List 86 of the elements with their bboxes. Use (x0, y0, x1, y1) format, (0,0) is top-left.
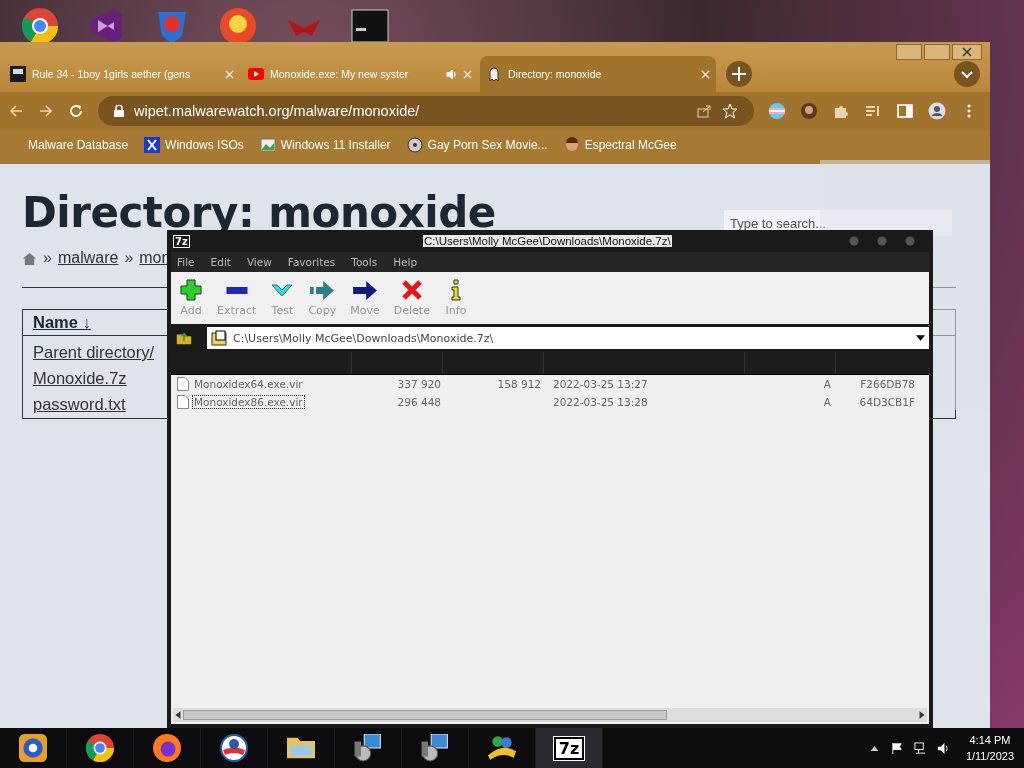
side-panel-icon[interactable] (896, 102, 914, 120)
disc-icon (406, 137, 423, 153)
avatar-circle-icon[interactable] (800, 102, 818, 120)
breadcrumb-separator: » (124, 249, 134, 267)
window-title: C:\Users\Molly McGee\Downloads\Monoxide.7z\ (423, 235, 672, 247)
table-cell: F266DB78 (860, 378, 915, 390)
flag-icon[interactable] (890, 741, 904, 755)
file-name[interactable]: Monoxidex64.exe.vir (192, 377, 305, 391)
clock[interactable]: 4:14 PM 1/11/2023 (965, 732, 1014, 764)
speaker-icon[interactable] (936, 741, 950, 755)
new-tab-icon[interactable] (726, 61, 752, 87)
striped-circle-icon[interactable] (768, 102, 786, 120)
play-favicon-icon (248, 66, 264, 82)
table-cell: 64D3CB1F (859, 396, 915, 408)
table-cell: 158 912 (497, 378, 541, 390)
file-name[interactable]: Monoxidex86.exe.vir (192, 395, 305, 409)
table-cell: A (823, 396, 831, 408)
info-icon (450, 279, 461, 301)
forward-arrow-icon[interactable] (38, 103, 54, 119)
minus-icon (225, 286, 248, 294)
browser-logo-icon (86, 734, 114, 762)
close-icon[interactable] (952, 44, 982, 60)
path-field[interactable]: C:\Users\Molly McGee\Downloads\Monoxide.7z\ (207, 327, 929, 349)
scrollbar-thumb[interactable] (183, 710, 668, 720)
cartoon-head-icon (563, 137, 580, 153)
tab-title: Monoxide.exe: My new syster (270, 68, 410, 80)
clock-time: 4:14 PM (969, 733, 1011, 748)
reload-icon[interactable] (68, 103, 84, 119)
chevron-down-icon[interactable] (954, 61, 980, 87)
home-icon[interactable] (22, 250, 37, 266)
breadcrumb-link[interactable]: malware (57, 249, 119, 267)
lock-icon (114, 105, 124, 117)
scroll-right-icon[interactable] (917, 710, 927, 720)
menu-item[interactable]: Favorites (287, 256, 336, 268)
menu-item[interactable]: Help (393, 256, 418, 268)
share-icon[interactable] (696, 103, 712, 119)
bookmark-link[interactable]: Windows ISOs (144, 137, 244, 153)
fox-logo-icon (153, 734, 181, 762)
arrow-icon (310, 280, 335, 300)
table-cell: 296 448 (397, 396, 441, 408)
tab-title: Directory: monoxide (508, 68, 603, 80)
bookmark-link[interactable]: Gay Porn Sex Movie... (406, 137, 548, 153)
bookmark-link[interactable]: Windows 11 Installer (259, 137, 391, 153)
taskbar-button[interactable]: 7z (536, 728, 603, 768)
address-bar[interactable]: wipet.malwarewatch.org/malware/monoxide/ (98, 96, 754, 126)
plus-icon (180, 279, 202, 301)
installer-icon (354, 734, 382, 762)
arrow-icon (353, 280, 378, 300)
menu-item[interactable]: File (177, 256, 195, 268)
table-cell: 2022-03-25 13:27 (553, 378, 648, 390)
clock-date: 1/11/2023 (965, 749, 1014, 764)
archive-icon (211, 330, 227, 346)
chevron-icon (271, 283, 294, 297)
people-icon (488, 734, 516, 762)
menu-item[interactable]: Tools (351, 256, 378, 268)
installer-icon (421, 734, 449, 762)
bookmark-link[interactable]: Malware Database (28, 138, 129, 152)
tab-title: Rule 34 - 1boy 1girls aether (gens (32, 68, 192, 80)
bookmark-link[interactable]: Espectral McGee (563, 137, 677, 153)
star-icon[interactable] (722, 103, 738, 119)
document-icon (177, 395, 189, 409)
menu-item[interactable]: Edit (210, 256, 231, 268)
table-cell: 2022-03-25 13:28 (553, 396, 648, 408)
cross-icon (401, 280, 422, 300)
browser-tab[interactable]: Rule 34 - 1boy 1girls aether (gens (4, 56, 240, 92)
back-arrow-icon[interactable] (8, 103, 24, 119)
profile-icon[interactable] (928, 102, 946, 120)
table-cell: A (823, 378, 831, 390)
breadcrumb-separator: » (43, 249, 52, 267)
scroll-left-icon[interactable] (173, 710, 183, 720)
page-heading: Directory: monoxide (22, 188, 496, 237)
url-text: wipet.malwarewatch.org/malware/monoxide/ (134, 103, 420, 119)
browser-tab[interactable]: Directory: monoxide (480, 56, 716, 92)
document-icon (177, 377, 189, 391)
ghost-favicon-icon (486, 66, 502, 82)
menu-item[interactable]: View (246, 256, 272, 268)
app-logo: 7z (553, 736, 585, 760)
minimize-button[interactable] (896, 44, 922, 60)
table-cell: 337 920 (397, 378, 441, 390)
dropdown-arrow-icon[interactable] (916, 335, 925, 341)
browser-logo-icon (19, 734, 47, 762)
circle-logo-icon (220, 734, 248, 762)
image-icon (259, 137, 276, 153)
network-icon[interactable] (913, 741, 927, 755)
x-logo-icon (144, 137, 161, 153)
app-logo: 7z (173, 234, 190, 248)
